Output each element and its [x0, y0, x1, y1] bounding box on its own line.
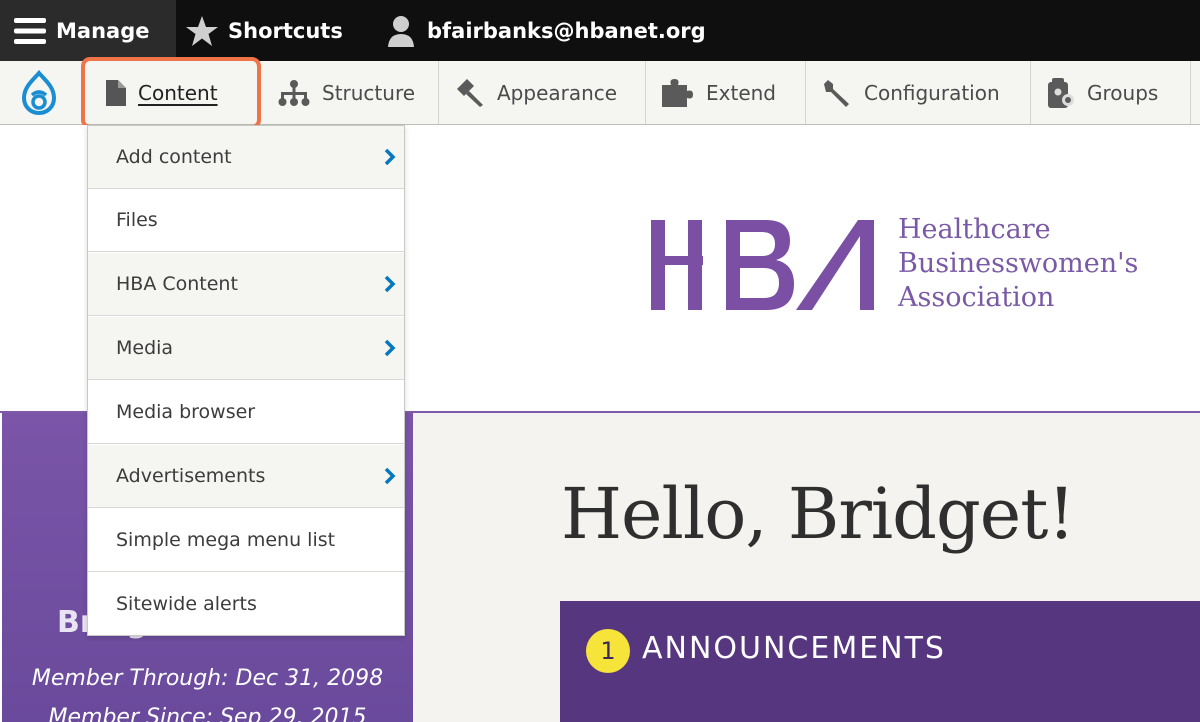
tab-content[interactable]: Content: [84, 61, 260, 124]
announcements-title: ANNOUNCEMENTS: [642, 631, 946, 666]
content-dropdown-menu: Add content Files HBA Content Media Medi…: [87, 125, 405, 636]
chevron-right-icon[interactable]: [384, 339, 396, 362]
admin-toolbar: Manage Shortcuts bfairbanks@hbanet.org: [0, 0, 1200, 61]
organization-name: Healthcare Businesswomen's Association: [898, 213, 1138, 315]
star-icon: [186, 15, 218, 46]
wrench-icon: [822, 78, 852, 108]
manage-button[interactable]: Manage: [0, 0, 176, 61]
announcements-count-badge: 1: [586, 629, 630, 673]
menu-item-label: Files: [116, 209, 158, 231]
tab-groups[interactable]: Groups: [1031, 61, 1191, 124]
paintbrush-icon: [455, 78, 485, 107]
hba-logo[interactable]: [648, 214, 880, 316]
announcements-panel[interactable]: 1 ANNOUNCEMENTS: [560, 601, 1200, 722]
tab-configuration[interactable]: Configuration: [806, 61, 1031, 124]
menu-item-advertisements[interactable]: Advertisements: [88, 445, 404, 508]
menu-item-label: Media browser: [116, 401, 256, 423]
shortcuts-button[interactable]: Shortcuts: [186, 0, 343, 61]
tab-content-label: Content: [138, 80, 218, 105]
menu-item-add-content[interactable]: Add content: [88, 126, 404, 189]
tab-configuration-label: Configuration: [864, 80, 1000, 105]
menu-item-label: HBA Content: [116, 273, 238, 295]
tab-extend-label: Extend: [706, 80, 776, 105]
menu-item-label: Simple mega menu list: [116, 529, 336, 551]
chevron-right-icon[interactable]: [384, 275, 396, 298]
member-through-date: Member Through: Dec 31, 2098: [31, 666, 384, 691]
org-name-line: Association: [898, 282, 1055, 313]
sitemap-icon: [278, 79, 310, 106]
menu-item-label: Advertisements: [116, 465, 266, 487]
menu-item-simple-mega-menu-list[interactable]: Simple mega menu list: [88, 509, 404, 572]
menu-item-files[interactable]: Files: [88, 189, 404, 252]
user-account-button[interactable]: bfairbanks@hbanet.org: [385, 0, 706, 61]
page-title: Hello, Bridget!: [561, 473, 1075, 555]
org-name-line: Businesswomen's: [898, 248, 1139, 279]
tab-structure-label: Structure: [322, 80, 416, 105]
tab-structure[interactable]: Structure: [262, 61, 439, 124]
main-content: Hello, Bridget! 1 ANNOUNCEMENTS: [413, 413, 1200, 722]
chevron-right-icon[interactable]: [384, 467, 396, 490]
groups-icon: [1047, 77, 1075, 108]
org-name-line: Healthcare: [898, 214, 1051, 245]
manage-label: Manage: [56, 18, 150, 43]
menu-item-media[interactable]: Media: [88, 317, 404, 380]
member-since-date: Member Since: Sep 29, 2015: [48, 705, 367, 722]
tab-extend[interactable]: Extend: [646, 61, 806, 124]
tab-appearance-label: Appearance: [497, 80, 618, 105]
user-label: bfairbanks@hbanet.org: [427, 18, 706, 43]
shortcuts-label: Shortcuts: [228, 18, 343, 43]
tab-groups-label: Groups: [1087, 80, 1159, 105]
admin-tray: Content Structure Appearance Extend Conf…: [0, 61, 1200, 125]
chevron-right-icon[interactable]: [384, 148, 396, 171]
menu-item-hba-content[interactable]: HBA Content: [88, 253, 404, 316]
drupal-logo-icon[interactable]: [0, 61, 78, 124]
menu-item-media-browser[interactable]: Media browser: [88, 381, 404, 444]
hamburger-icon: [14, 17, 46, 45]
document-icon: [106, 79, 126, 106]
menu-item-label: Media: [116, 337, 174, 359]
menu-item-sitewide-alerts[interactable]: Sitewide alerts: [88, 572, 404, 635]
menu-item-label: Add content: [116, 146, 232, 168]
puzzle-icon: [662, 78, 694, 107]
menu-item-label: Sitewide alerts: [116, 592, 257, 615]
user-icon: [385, 15, 417, 47]
tab-appearance[interactable]: Appearance: [439, 61, 646, 124]
